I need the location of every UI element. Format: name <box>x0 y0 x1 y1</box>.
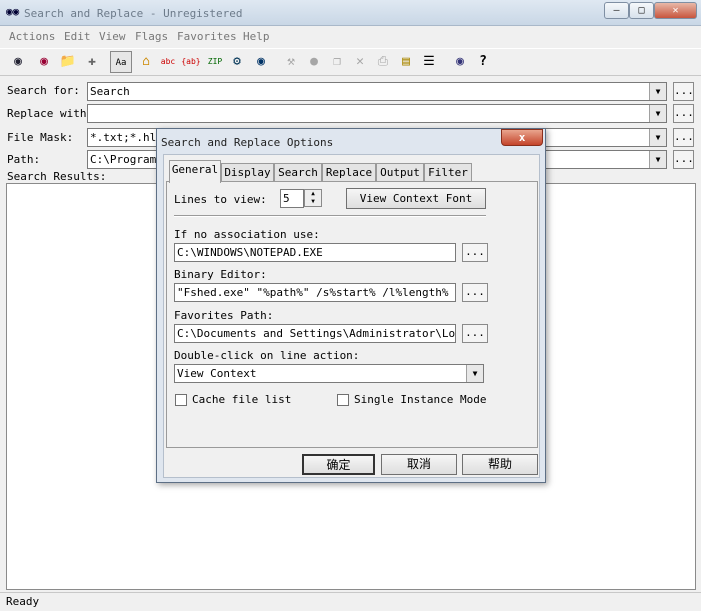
association-browse-button[interactable]: ... <box>462 243 488 262</box>
path-browse-button[interactable]: ... <box>673 150 694 169</box>
search-value: Search <box>90 85 130 98</box>
binoculars-icon[interactable]: ◉ <box>7 51 29 73</box>
single-instance-label: Single Instance Mode <box>354 393 487 406</box>
chevron-down-icon[interactable]: ▼ <box>649 129 666 146</box>
menu-edit[interactable]: Edit <box>64 30 91 43</box>
list-icon[interactable]: ☰ <box>418 51 440 73</box>
menu-favorites[interactable]: Favorites <box>177 30 237 43</box>
menu-view[interactable]: View <box>99 30 126 43</box>
tab-display[interactable]: Display <box>221 163 274 182</box>
house-icon[interactable]: ⌂ <box>135 51 157 73</box>
binary-editor-input[interactable]: "Fshed.exe" "%path%" /s%start% /l%length… <box>174 283 456 302</box>
tools-icon[interactable]: ⚒ <box>280 51 302 73</box>
path-label: Path: <box>7 153 41 166</box>
chevron-down-icon[interactable]: ▼ <box>649 83 666 100</box>
binoculars-icon: ◉◉ <box>6 5 20 18</box>
options-dialog: Search and Replace Options x General Dis… <box>156 128 546 483</box>
network-icon[interactable]: ⚙ <box>226 51 248 73</box>
view-context-font-button[interactable]: View Context Font <box>346 188 486 209</box>
double-click-select[interactable]: View Context ▼ <box>174 364 484 383</box>
results-label: Search Results: <box>7 170 107 183</box>
favorites-path-label: Favorites Path: <box>174 309 274 322</box>
status-text: Ready <box>6 595 40 608</box>
chevron-down-icon[interactable]: ▼ <box>649 105 666 122</box>
print-icon[interactable]: ⎙ <box>372 51 394 73</box>
search-combo[interactable]: Search ▼ <box>87 82 667 101</box>
menu-actions[interactable]: Actions <box>9 30 55 43</box>
toolbar: ◉ ◉ 📁 ✚ Aa ⌂ abc {ab} ZIP ⚙ ◉ ⚒ ● ❐ ✕ ⎙ … <box>0 48 701 76</box>
replace-label: Replace with: <box>7 107 94 120</box>
separator <box>174 215 486 217</box>
ie-icon[interactable]: ◉ <box>250 51 272 73</box>
close-button[interactable]: ✕ <box>654 2 697 19</box>
tab-general[interactable]: General <box>169 160 221 183</box>
move-icon[interactable]: ✚ <box>81 51 103 73</box>
chevron-down-icon[interactable]: ▼ <box>466 365 483 382</box>
open-icon[interactable]: 📁 <box>57 51 79 73</box>
menu-help[interactable]: Help <box>243 30 270 43</box>
notepad-icon[interactable]: ▤ <box>395 51 417 73</box>
lines-to-view-label: Lines to view: <box>174 193 267 206</box>
binary-editor-label: Binary Editor: <box>174 268 267 281</box>
status-bar: Ready <box>0 592 701 611</box>
help-icon[interactable]: ? <box>472 51 494 73</box>
lines-to-view-input[interactable]: 5 <box>280 189 304 208</box>
search-browse-button[interactable]: ... <box>673 82 694 101</box>
abc-icon[interactable]: abc <box>157 51 179 73</box>
tab-search[interactable]: Search <box>274 163 322 182</box>
chevron-down-icon[interactable]: ▼ <box>649 151 666 168</box>
tab-output[interactable]: Output <box>376 163 424 182</box>
binoculars-red-icon[interactable]: ◉ <box>33 51 55 73</box>
copy-icon[interactable]: ❐ <box>326 51 348 73</box>
search-label: Search for: <box>7 84 80 97</box>
zip-icon[interactable]: ZIP <box>204 51 226 73</box>
favorites-path-input[interactable]: C:\Documents and Settings\Administrator\… <box>174 324 456 343</box>
mask-value: *.txt;*.hlp <box>90 131 163 144</box>
window-title: Search and Replace - Unregistered <box>24 7 243 20</box>
binary-editor-browse-button[interactable]: ... <box>462 283 488 302</box>
case-icon[interactable]: Aa <box>110 51 132 73</box>
path-value: C:\Program <box>90 153 157 166</box>
dialog-close-button[interactable]: x <box>501 129 543 146</box>
cancel-button[interactable]: 取消 <box>381 454 457 475</box>
association-label: If no association use: <box>174 228 320 241</box>
dialog-title: Search and Replace Options <box>161 136 334 149</box>
favorites-path-browse-button[interactable]: ... <box>462 324 488 343</box>
help-button[interactable]: 帮助 <box>462 454 538 475</box>
cache-file-list-checkbox[interactable] <box>175 394 187 406</box>
double-click-label: Double-click on line action: <box>174 349 360 362</box>
replace-browse-button[interactable]: ... <box>673 104 694 123</box>
double-click-value: View Context <box>177 367 257 380</box>
cache-file-list-label: Cache file list <box>192 393 292 406</box>
delete-icon[interactable]: ✕ <box>349 51 371 73</box>
ab-icon[interactable]: {ab} <box>180 51 202 73</box>
menu-flags[interactable]: Flags <box>135 30 168 43</box>
mask-browse-button[interactable]: ... <box>673 128 694 147</box>
tab-filter[interactable]: Filter <box>424 163 472 182</box>
ok-button[interactable]: 确定 <box>302 454 375 475</box>
lines-spinner[interactable]: ▲ ▼ <box>304 189 322 207</box>
association-input[interactable]: C:\WINDOWS\NOTEPAD.EXE <box>174 243 456 262</box>
title-bar: ◉◉ Search and Replace - Unregistered — □… <box>0 0 701 26</box>
mask-label: File Mask: <box>7 131 74 144</box>
minimize-button[interactable]: — <box>604 2 629 19</box>
maximize-button[interactable]: □ <box>629 2 654 19</box>
single-instance-checkbox[interactable] <box>337 394 349 406</box>
globe-icon[interactable]: ● <box>303 51 325 73</box>
menu-bar: Actions Edit View Flags Favorites Help <box>0 26 701 46</box>
binoculars-small-icon[interactable]: ◉ <box>449 51 471 73</box>
replace-combo[interactable]: ▼ <box>87 104 667 123</box>
tab-replace[interactable]: Replace <box>322 163 376 182</box>
